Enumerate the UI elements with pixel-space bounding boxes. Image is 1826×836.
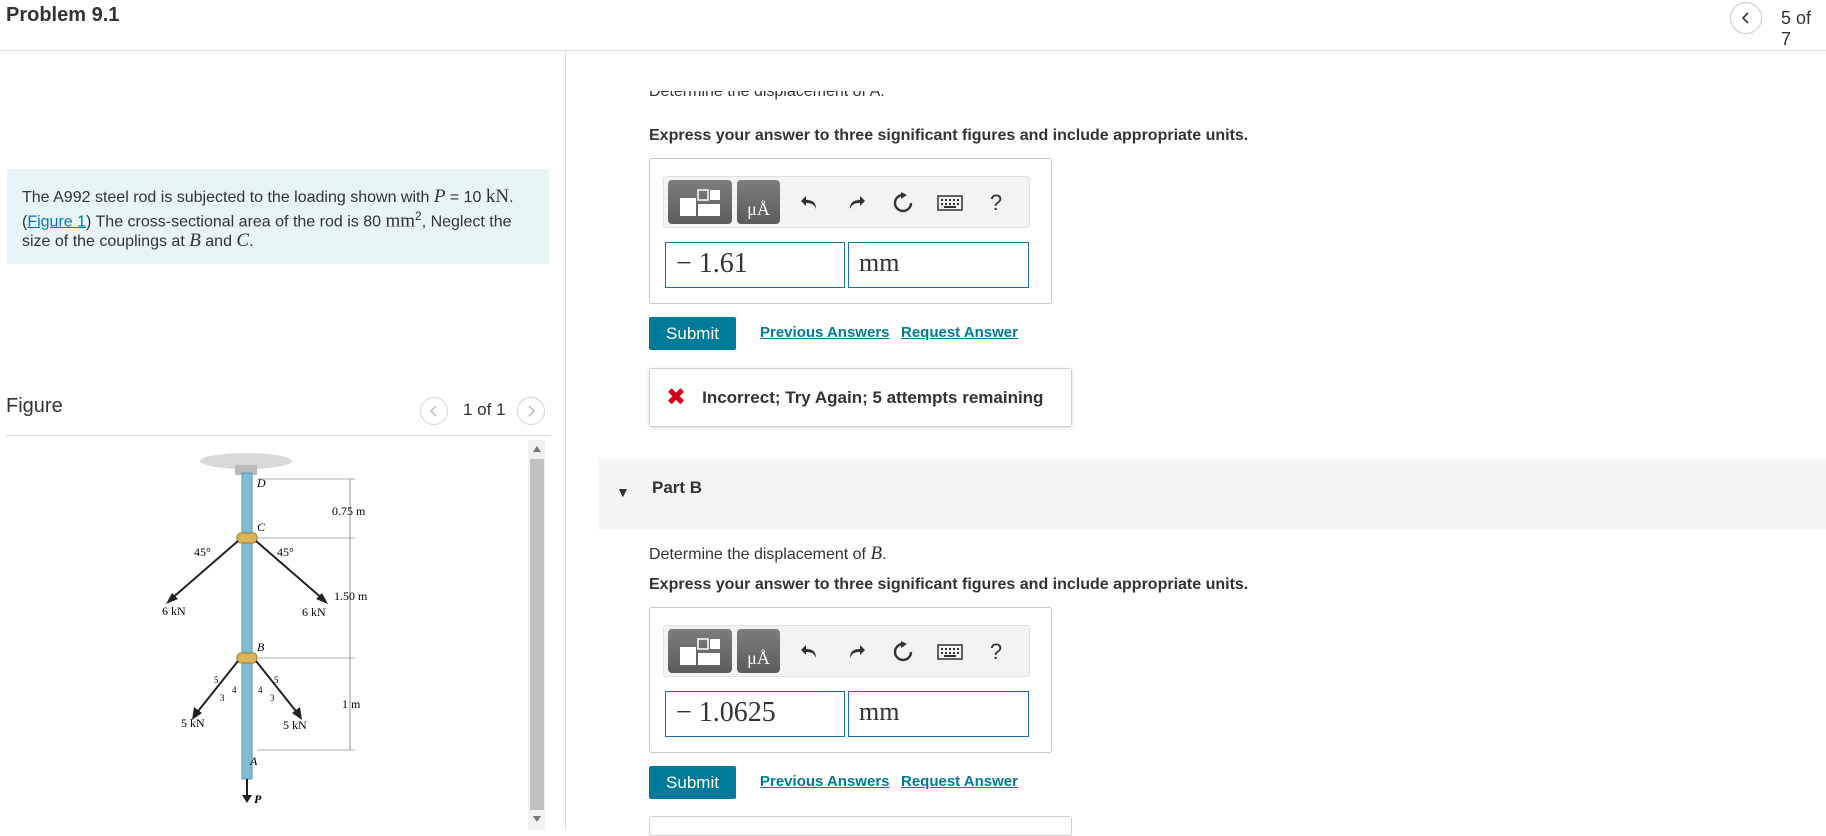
dim-label-2: 1.50 m: [334, 589, 368, 603]
label-c: C: [257, 520, 266, 534]
angle-label-left: 45°: [194, 545, 211, 559]
templates-icon: [680, 189, 720, 216]
units-button[interactable]: μÅ: [737, 629, 780, 673]
part-b-instruction: Express your answer to three significant…: [649, 576, 1249, 593]
part-b-submit-button[interactable]: Submit: [649, 766, 736, 799]
slope-4: 4: [258, 685, 263, 695]
label-a: A: [249, 754, 258, 768]
label-b: B: [257, 640, 265, 654]
templates-button[interactable]: [668, 180, 732, 224]
caret-down-icon[interactable]: ▼: [616, 484, 630, 500]
steel-rod: [241, 472, 253, 780]
arrowhead: [242, 795, 252, 803]
undo-icon[interactable]: [795, 637, 825, 667]
part-a-value-input[interactable]: − 1.61: [665, 242, 845, 288]
part-a-submit-button[interactable]: Submit: [649, 317, 736, 350]
part-a-prompt: Determine the displacement of A.: [649, 91, 885, 105]
page-title: Problem 9.1: [6, 4, 120, 26]
statement-text: = 10: [445, 189, 486, 206]
figure-next-button[interactable]: [517, 397, 545, 425]
part-a-instruction: Express your answer to three significant…: [649, 127, 1249, 144]
templates-icon: [680, 638, 720, 665]
rod-figure: D C B A P 0.75 m 1.50 m 1 m 45° 45° 6 kN…: [162, 453, 368, 806]
error-x-icon: ✖: [666, 384, 687, 411]
prompt-text: .: [882, 546, 887, 563]
help-button[interactable]: ?: [981, 188, 1011, 218]
feedback-banner: ✖ Incorrect; Try Again; 5 attempts remai…: [649, 368, 1072, 427]
problem-statement: The A992 steel rod is subjected to the l…: [7, 169, 549, 264]
help-button[interactable]: ?: [981, 637, 1011, 667]
var-p: P: [433, 186, 446, 207]
part-b-unit-input[interactable]: mm: [848, 691, 1029, 737]
reset-icon[interactable]: [888, 637, 918, 667]
slope-4: 4: [232, 685, 237, 695]
part-a-unit-input[interactable]: mm: [848, 242, 1029, 288]
reset-icon[interactable]: [888, 188, 918, 218]
part-b-label[interactable]: Part B: [652, 478, 702, 498]
unit-mm: mm: [385, 210, 415, 232]
scrollbar-thumb[interactable]: [530, 459, 544, 810]
part-b-request-answer-link[interactable]: Request Answer: [901, 773, 1018, 790]
slope-5: 5: [274, 675, 279, 685]
figure-link[interactable]: Figure 1: [27, 213, 86, 230]
coupling-c: [236, 532, 258, 544]
var-b: B: [870, 543, 883, 564]
triangle-down-icon: [532, 816, 541, 822]
force-label-6kn-left: 6 kN: [162, 604, 186, 618]
chevron-left-icon: [429, 405, 437, 417]
unit-kn: kN: [485, 186, 510, 207]
chevron-right-icon: [528, 405, 536, 417]
label-d: D: [256, 476, 266, 490]
figure-counter: 1 of 1: [463, 400, 506, 419]
part-b-previous-answers-link[interactable]: Previous Answers: [760, 773, 890, 790]
part-b-value-input[interactable]: − 1.0625: [665, 691, 845, 737]
var-b: B: [189, 230, 201, 252]
problem-counter: 5 of 7: [1781, 8, 1812, 49]
feedback-text: Incorrect; Try Again; 5 attempts remaini…: [702, 387, 1044, 407]
part-a-request-answer-link[interactable]: Request Answer: [901, 324, 1018, 341]
part-b-header[interactable]: [599, 459, 1826, 530]
previous-problem-button[interactable]: [1730, 2, 1762, 34]
force-label-5kn-left: 5 kN: [181, 716, 205, 730]
superscript: 2: [415, 209, 422, 223]
force-label-5kn-right: 5 kN: [283, 718, 307, 732]
statement-text: .: [249, 233, 254, 251]
redo-icon[interactable]: [841, 188, 871, 218]
dim-label-1: 0.75 m: [332, 504, 366, 518]
part-b-prompt: Determine the displacement of B.: [649, 543, 887, 565]
scroll-down-button[interactable]: [528, 810, 545, 828]
slope-3: 3: [220, 693, 225, 703]
var-c: C: [236, 230, 250, 252]
statement-text: ) The cross-sectional area of the rod is…: [86, 213, 386, 231]
statement-text: The A992 steel rod is subjected to the l…: [22, 189, 434, 206]
force-label-6kn-right: 6 kN: [302, 605, 326, 619]
angle-label-right: 45°: [277, 545, 294, 559]
units-button[interactable]: μÅ: [737, 180, 780, 224]
label-p: P: [254, 792, 262, 806]
chevron-left-icon: [1741, 12, 1749, 24]
figure-title: Figure: [6, 395, 63, 417]
panel-divider: [565, 51, 566, 830]
scroll-up-button[interactable]: [528, 440, 545, 458]
keyboard-icon[interactable]: [935, 637, 965, 667]
part-b-feedback-banner: [649, 816, 1072, 836]
part-a-previous-answers-link[interactable]: Previous Answers: [760, 324, 890, 341]
header-divider: [0, 50, 1826, 51]
statement-text: and: [200, 233, 237, 251]
dim-label-3: 1 m: [342, 697, 361, 711]
triangle-up-icon: [532, 446, 541, 452]
coupling-b: [236, 652, 258, 664]
redo-icon[interactable]: [841, 637, 871, 667]
statement-text: .: [509, 189, 514, 206]
undo-icon[interactable]: [795, 188, 825, 218]
figure-prev-button[interactable]: [420, 397, 448, 425]
prompt-text: Determine the displacement of: [649, 546, 871, 563]
keyboard-icon[interactable]: [935, 188, 965, 218]
figure-divider: [6, 435, 551, 436]
part-a-prompt-text: Determine the displacement of A.: [649, 91, 885, 100]
templates-button[interactable]: [668, 629, 732, 673]
slope-5: 5: [214, 675, 219, 685]
slope-3: 3: [270, 693, 275, 703]
